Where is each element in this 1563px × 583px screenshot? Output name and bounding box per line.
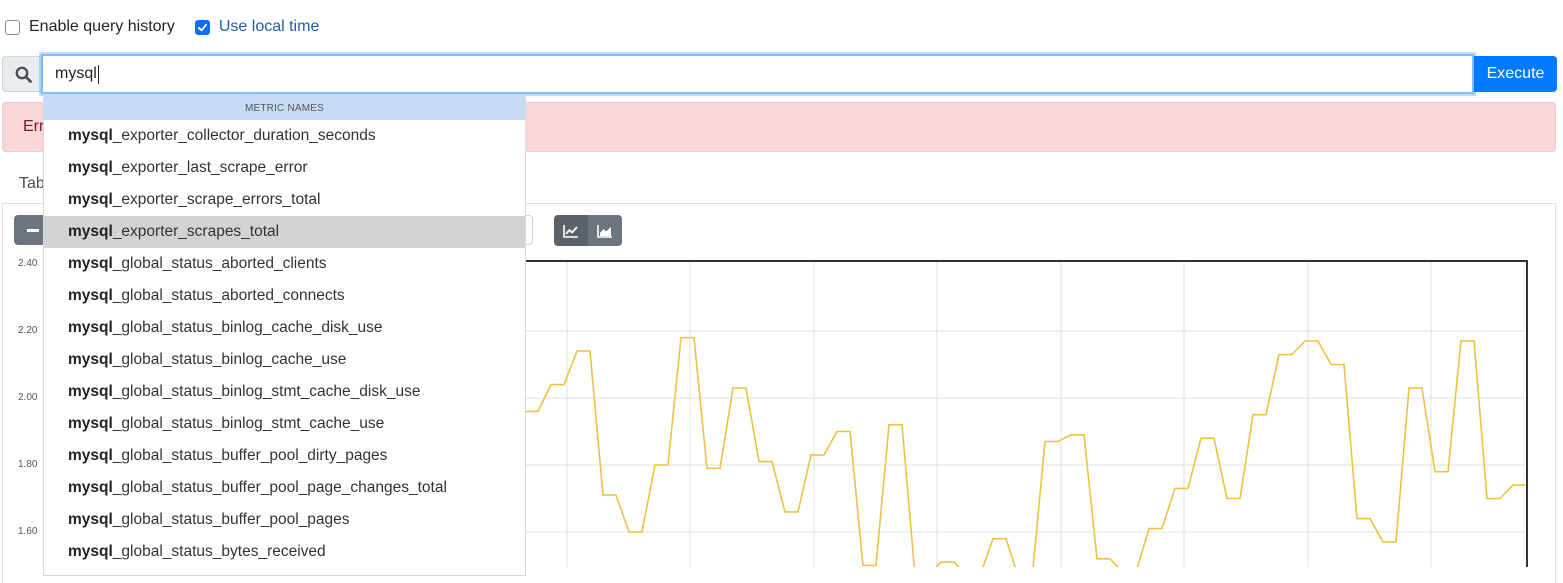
autocomplete-item-rest: _global_status_aborted_connects <box>112 287 345 304</box>
autocomplete-item-rest: _exporter_collector_duration_seconds <box>112 127 376 144</box>
y-tick-label: 1.80 <box>18 459 38 470</box>
autocomplete-item-match: mysql <box>68 447 113 464</box>
tab-table[interactable]: Tab <box>19 175 45 193</box>
local-time-option[interactable]: Use local time <box>194 18 319 36</box>
autocomplete-item[interactable]: mysql _global_status_buffer_pool_page_cha… <box>44 472 525 504</box>
error-text: Err <box>23 118 45 135</box>
autocomplete-item[interactable]: mysql _global_status_aborted_clients <box>44 248 525 280</box>
area-chart-icon <box>597 224 612 238</box>
autocomplete-item-match: mysql <box>68 191 113 208</box>
autocomplete-item[interactable]: mysql _global_status_aborted_connects <box>44 280 525 312</box>
autocomplete-item-rest: _global_status_binlog_stmt_cache_use <box>112 415 385 432</box>
graph-plot-area <box>525 260 1528 567</box>
minus-icon <box>27 228 39 232</box>
execute-button[interactable]: Execute <box>1474 56 1557 92</box>
local-time-checkbox[interactable] <box>194 19 210 35</box>
text-caret <box>97 64 99 84</box>
query-history-option[interactable]: Enable query history <box>5 18 175 36</box>
query-history-checkbox[interactable] <box>5 19 20 35</box>
autocomplete-item-match: mysql <box>68 319 113 336</box>
autocomplete-item-rest: _global_status_buffer_pool_page_changes_… <box>112 479 447 496</box>
y-tick-label: 2.00 <box>18 392 38 403</box>
autocomplete-item-rest: _exporter_scrape_errors_total <box>112 191 321 208</box>
autocomplete-item[interactable]: mysql _exporter_collector_duration_second… <box>44 120 525 152</box>
check-icon <box>197 23 207 31</box>
autocomplete-item-match: mysql <box>68 543 113 560</box>
autocomplete-item-match: mysql <box>68 351 113 368</box>
series-line <box>525 336 1526 567</box>
autocomplete-item-rest: _global_status_binlog_cache_disk_use <box>112 319 383 336</box>
autocomplete-item-rest: _global_status_buffer_pool_pages <box>112 511 350 528</box>
expression-input[interactable]: mysql <box>41 54 1474 94</box>
autocomplete-item[interactable]: mysql _exporter_last_scrape_error <box>44 152 525 184</box>
autocomplete-dropdown: METRIC NAMES mysql _exporter_collector_du… <box>43 96 526 576</box>
autocomplete-item-rest: _global_status_binlog_cache_use <box>112 351 347 368</box>
autocomplete-item-rest: _global_status_binlog_stmt_cache_disk_us… <box>112 383 421 400</box>
y-tick-label: 1.60 <box>18 526 38 537</box>
autocomplete-item-rest: _exporter_scrapes_total <box>112 223 280 240</box>
autocomplete-item[interactable]: mysql _global_status_buffer_pool_dirty_pa… <box>44 440 525 472</box>
autocomplete-item-rest: _global_status_buffer_pool_dirty_pages <box>112 447 388 464</box>
search-addon <box>2 56 43 92</box>
autocomplete-item-match: mysql <box>68 127 113 144</box>
autocomplete-item[interactable]: mysql _global_status_bytes_received <box>44 536 525 568</box>
autocomplete-header: METRIC NAMES <box>44 96 525 120</box>
autocomplete-item[interactable]: mysql _global_status_binlog_stmt_cache_di… <box>44 376 525 408</box>
line-chart-icon <box>563 224 578 238</box>
autocomplete-item-match: mysql <box>68 511 113 528</box>
autocomplete-item-match: mysql <box>68 479 113 496</box>
local-time-label[interactable]: Use local time <box>219 18 319 36</box>
query-row: mysql Execute <box>2 54 1557 94</box>
autocomplete-item[interactable]: mysql _global_status_buffer_pool_pages <box>44 504 525 536</box>
query-history-label[interactable]: Enable query history <box>29 18 175 36</box>
autocomplete-item-rest: _global_status_aborted_clients <box>112 255 327 272</box>
autocomplete-item[interactable]: mysql _exporter_scrape_errors_total <box>44 184 525 216</box>
search-icon <box>15 66 32 83</box>
chart-grid <box>525 260 1527 567</box>
autocomplete-item-match: mysql <box>68 223 113 240</box>
autocomplete-item-match: mysql <box>68 159 113 176</box>
unstacked-button[interactable] <box>554 215 588 246</box>
autocomplete-item-match: mysql <box>68 255 113 272</box>
y-tick-label: 2.20 <box>18 325 38 336</box>
stacked-button[interactable] <box>588 215 622 246</box>
autocomplete-item-rest: _global_status_bytes_received <box>112 543 326 560</box>
top-options: Enable query history Use local time <box>5 16 339 38</box>
autocomplete-item-rest: _exporter_last_scrape_error <box>112 159 308 176</box>
autocomplete-item[interactable]: mysql _global_status_binlog_cache_disk_us… <box>44 312 525 344</box>
autocomplete-item[interactable]: mysql _global_status_binlog_cache_use <box>44 344 525 376</box>
expression-input-value: mysql <box>55 65 97 82</box>
y-tick-label: 2.40 <box>18 258 38 269</box>
autocomplete-item[interactable]: mysql _global_status_binlog_stmt_cache_us… <box>44 408 525 440</box>
autocomplete-item[interactable]: mysql _exporter_scrapes_total <box>44 216 525 248</box>
autocomplete-item-match: mysql <box>68 415 113 432</box>
stack-toggle-group <box>554 215 622 246</box>
autocomplete-item-match: mysql <box>68 383 113 400</box>
autocomplete-item-match: mysql <box>68 287 113 304</box>
plot-frame <box>525 260 1528 567</box>
